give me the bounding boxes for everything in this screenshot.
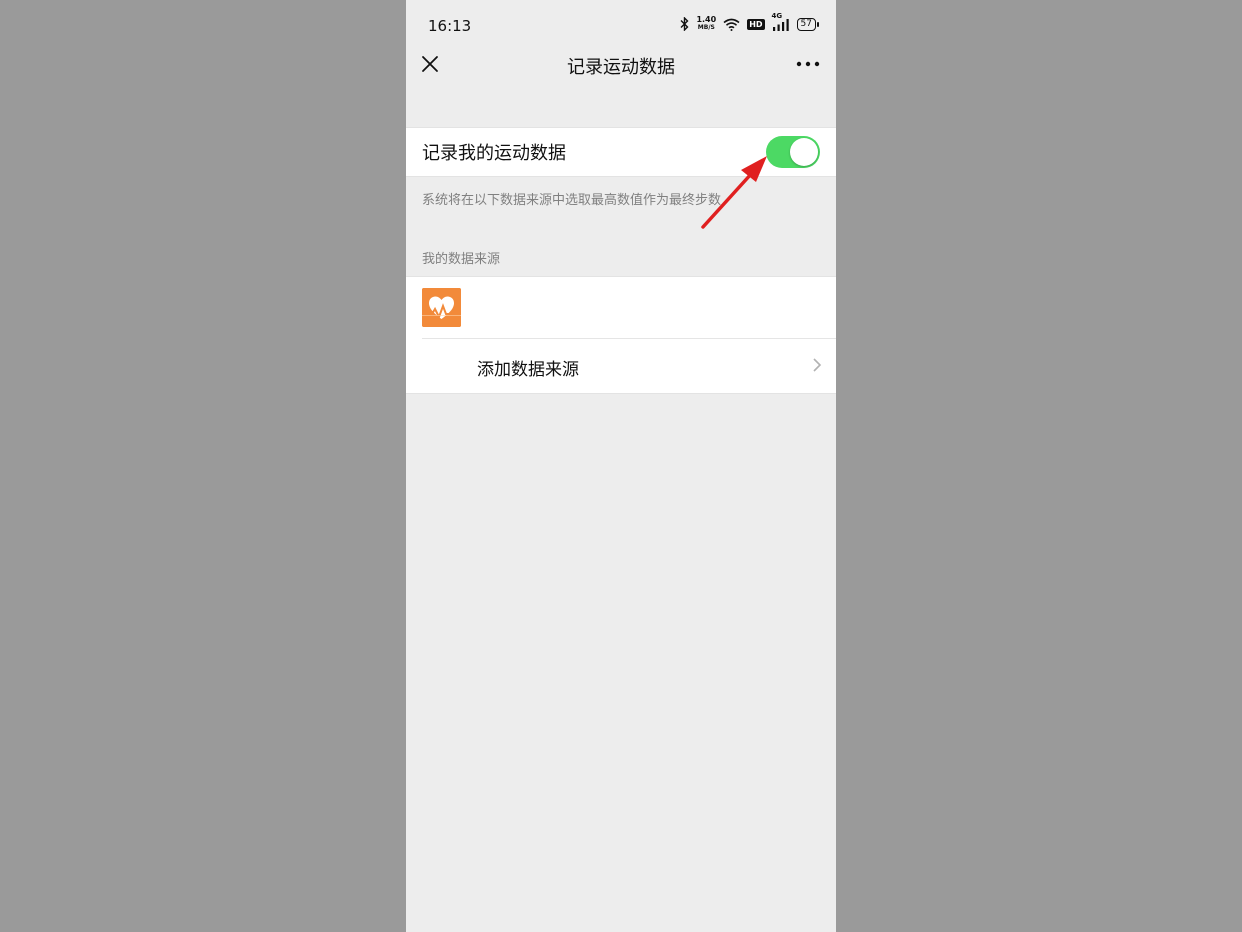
add-data-source-row[interactable]: 添加数据来源 <box>406 339 836 393</box>
wifi-icon <box>723 18 740 31</box>
bluetooth-icon <box>680 17 689 31</box>
toggle-knob <box>790 138 818 166</box>
signal-icon: 4G <box>772 12 790 31</box>
add-data-source-label: 添加数据来源 <box>477 360 579 380</box>
data-sources-list: 添加数据来源 <box>406 276 836 394</box>
health-heart-icon[interactable] <box>422 288 461 327</box>
data-sources-title: 我的数据来源 <box>422 252 501 267</box>
page-title: 记录运动数据 <box>567 57 675 78</box>
status-icons: 1.40 MB/S HD 4G 57 <box>680 12 820 32</box>
record-sport-data-row: 记录我的运动数据 <box>406 127 836 177</box>
network-speed: 1.40 MB/S <box>696 15 717 32</box>
battery-icon: 57 <box>796 17 820 31</box>
more-icon[interactable] <box>796 54 820 74</box>
record-sport-data-label: 记录我的运动数据 <box>422 143 566 164</box>
record-sport-data-toggle[interactable] <box>766 136 820 168</box>
nav-bar: 记录运动数据 <box>406 42 836 88</box>
hint-text: 系统将在以下数据来源中选取最高数值作为最终步数 <box>422 193 722 208</box>
hd-badge: HD <box>747 18 765 30</box>
chevron-right-icon <box>812 357 822 373</box>
phone-screen: 16:13 1.40 MB/S HD 4G 57 记录运动数据 记录我的运动数据… <box>406 0 836 932</box>
status-time: 16:13 <box>428 17 472 35</box>
